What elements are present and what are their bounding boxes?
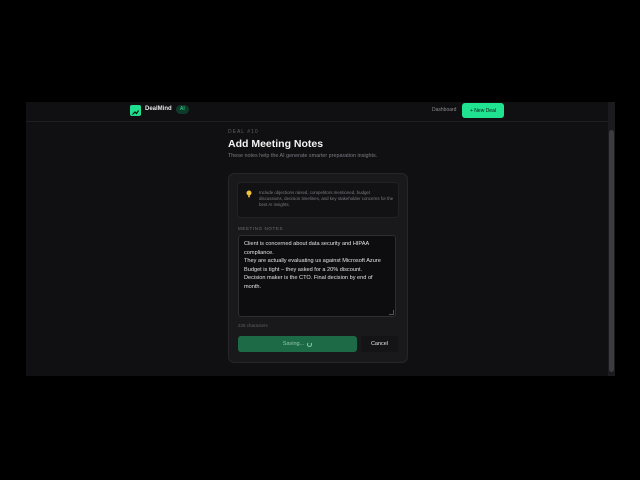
lightbulb-icon	[246, 190, 252, 200]
scrollbar-thumb[interactable]	[609, 130, 614, 372]
resize-handle-icon[interactable]	[389, 310, 394, 315]
character-count: 225 characters	[238, 323, 268, 328]
app-window: DealMind AI Dashboard + New Deal DEAL #1…	[26, 102, 608, 376]
scrollbar[interactable]	[608, 102, 615, 376]
notes-line: They are actually evaluating us against …	[244, 258, 381, 265]
ai-badge: AI	[176, 105, 189, 114]
save-button[interactable]: Saving...	[238, 336, 357, 352]
page-subtitle: These notes help the AI generate smarter…	[228, 153, 378, 159]
page-title: Add Meeting Notes	[228, 138, 324, 150]
meeting-notes-textarea[interactable]: Client is concerned about data security …	[238, 235, 396, 317]
tip-text: Include objections raised, competitors m…	[259, 190, 394, 207]
dashboard-link[interactable]: Dashboard	[432, 107, 456, 113]
notes-card: Include objections raised, competitors m…	[228, 173, 408, 363]
cancel-button[interactable]: Cancel	[361, 336, 398, 352]
notes-line: Client is concerned about data security …	[244, 241, 371, 256]
deal-id: DEAL #10	[228, 129, 259, 135]
new-deal-button[interactable]: + New Deal	[462, 103, 504, 118]
notes-line: Decision maker is the CTO. Final decisio…	[244, 275, 375, 290]
top-nav: DealMind AI Dashboard + New Deal	[26, 102, 608, 122]
tip-box: Include objections raised, competitors m…	[237, 182, 399, 218]
notes-label: MEETING NOTES	[238, 226, 284, 231]
logo-icon	[130, 105, 141, 116]
brand-name[interactable]: DealMind	[145, 106, 172, 112]
save-button-label: Saving...	[282, 341, 305, 347]
spinner-icon	[307, 341, 313, 347]
notes-line: Budget is tight – they asked for a 20% d…	[244, 266, 363, 273]
